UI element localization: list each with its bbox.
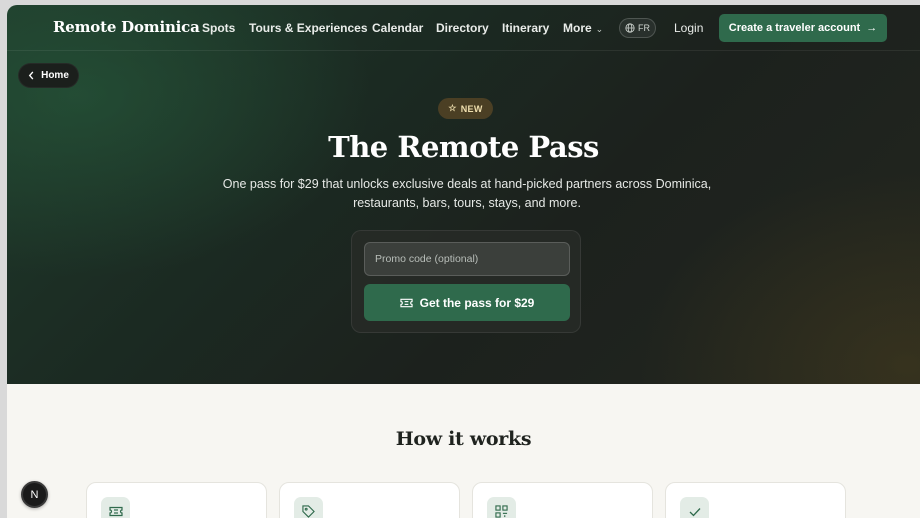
step-card-check	[665, 482, 846, 518]
arrow-right-icon: →	[866, 22, 878, 34]
back-home-label: Home	[41, 70, 69, 81]
create-account-button[interactable]: Create a traveler account →	[719, 14, 887, 42]
ticket-icon	[400, 298, 413, 307]
hero-subtitle: One pass for $29 that unlocks exclusive …	[222, 177, 712, 210]
new-badge: ☆ NEW	[438, 98, 493, 119]
nav-link-itinerary[interactable]: Itinerary	[502, 21, 549, 35]
language-label: FR	[638, 23, 650, 33]
chevron-down-icon: ⌄	[595, 24, 604, 34]
promo-code-input[interactable]	[364, 242, 570, 276]
get-pass-button[interactable]: Get the pass for $29	[364, 284, 570, 321]
hero-section: Remote Dominica Spots Tours & Experience…	[7, 5, 920, 384]
step-card-tag	[279, 482, 460, 518]
page-title: The Remote Pass	[328, 130, 599, 164]
nav-link-spots[interactable]: Spots	[202, 21, 235, 35]
nav-more-label: More	[563, 21, 592, 35]
new-badge-label: NEW	[460, 103, 483, 114]
nav-link-calendar[interactable]: Calendar	[372, 21, 423, 35]
globe-icon	[625, 23, 635, 33]
create-account-label: Create a traveler account	[728, 22, 861, 34]
get-pass-label: Get the pass for $29	[419, 295, 535, 310]
browser-viewport: Remote Dominica Spots Tours & Experience…	[7, 5, 920, 518]
step-card-ticket	[86, 482, 267, 518]
star-icon: ☆	[448, 103, 457, 113]
top-navigation: Remote Dominica Spots Tours & Experience…	[7, 5, 920, 51]
purchase-card: Get the pass for $29	[351, 230, 581, 333]
check-icon	[680, 497, 709, 518]
ticket-icon	[101, 497, 130, 518]
language-toggle[interactable]: FR	[619, 18, 656, 38]
login-link[interactable]: Login	[674, 21, 703, 35]
nav-link-more[interactable]: More ⌄	[563, 21, 603, 35]
step-card-qr	[472, 482, 653, 518]
how-it-works-title: How it works	[395, 428, 532, 450]
back-home-button[interactable]: Home	[18, 63, 79, 88]
floating-n-badge[interactable]: N	[21, 481, 48, 508]
nav-link-directory[interactable]: Directory	[436, 21, 489, 35]
brand-logo[interactable]: Remote Dominica	[53, 18, 200, 36]
nav-link-tours[interactable]: Tours & Experiences	[249, 21, 368, 35]
tag-icon	[294, 497, 323, 518]
chevron-left-icon	[28, 71, 34, 80]
qr-code-icon	[487, 497, 516, 518]
